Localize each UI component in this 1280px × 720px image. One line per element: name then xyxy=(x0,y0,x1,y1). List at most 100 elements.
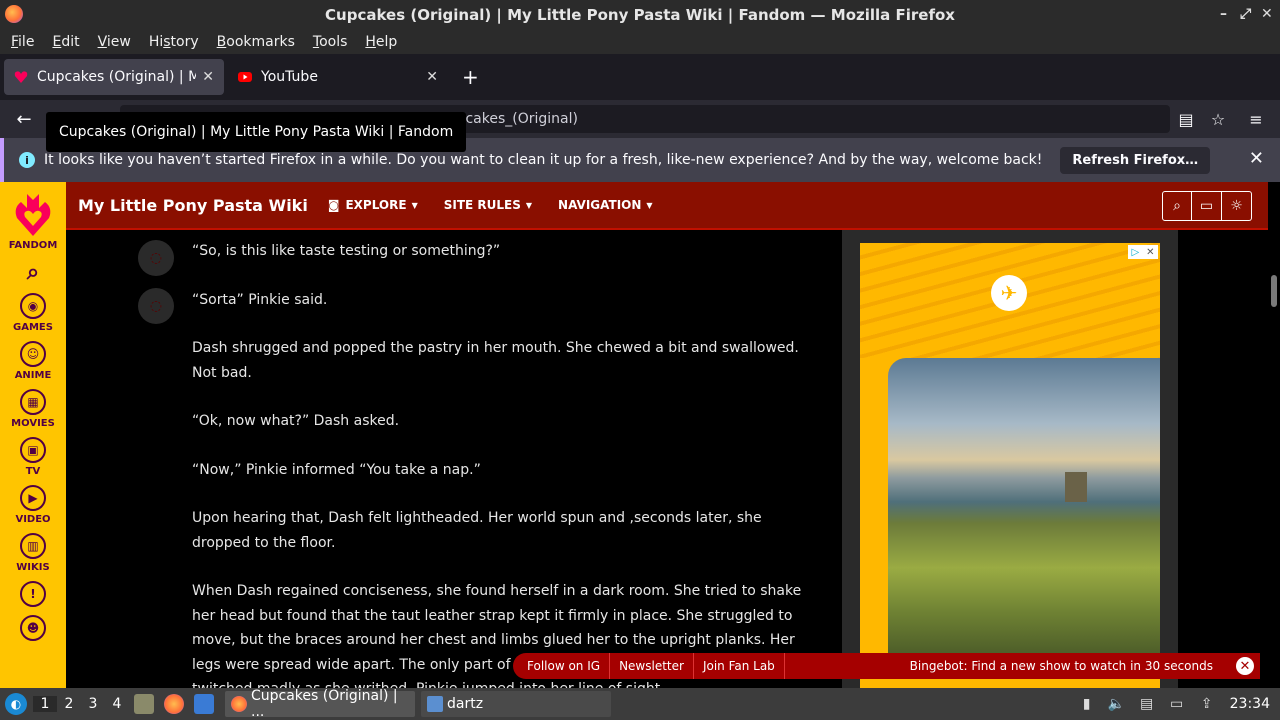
firefox-icon xyxy=(231,696,247,712)
wiki-header: My Little Pony Pasta Wiki ◙ EXPLORE ▼ SITE… xyxy=(66,182,1268,230)
notification-accent xyxy=(0,138,4,182)
info-icon: i xyxy=(19,152,35,168)
maximize-button[interactable]: ⤢ xyxy=(1240,6,1251,22)
start-menu-icon[interactable]: ◐ xyxy=(5,693,27,715)
search-icon: ⌕ xyxy=(26,259,40,285)
rail-item-games[interactable]: ◉ GAMES xyxy=(11,293,55,333)
tv-icon: ▣ xyxy=(20,437,46,463)
close-window-button[interactable]: ✕ xyxy=(1261,6,1273,22)
fandom-sticky-bar: Follow on IG Newsletter Join Fan Lab Bin… xyxy=(513,653,1260,679)
task-dartz[interactable]: dartz xyxy=(421,691,611,717)
tab-tooltip: Cupcakes (Original) | My Little Pony Pas… xyxy=(46,112,467,152)
bookmark-star-icon[interactable]: ☆ xyxy=(1202,110,1234,129)
discussions-icon[interactable]: ▭ xyxy=(1192,191,1222,221)
nav-label: SITE RULES xyxy=(443,198,521,212)
article-paragraph: “Ok, now what?” Dash asked. xyxy=(192,413,400,429)
nav-site-rules[interactable]: SITE RULES ▼ xyxy=(444,198,532,212)
update-icon[interactable]: ⇪ xyxy=(1198,695,1216,713)
tab-close-icon[interactable]: ✕ xyxy=(202,69,214,85)
menu-bar: File Edit View History Bookmarks Tools Help xyxy=(0,30,1280,54)
nav-navigation[interactable]: NAVIGATION ▼ xyxy=(558,198,653,212)
nav-label: EXPLORE xyxy=(345,198,407,212)
rail-label: MOVIES xyxy=(11,418,55,429)
nav-label: NAVIGATION xyxy=(558,198,642,212)
fan-lab-link[interactable]: Join Fan Lab xyxy=(694,653,785,679)
notification-close-icon[interactable]: ✕ xyxy=(1249,148,1264,169)
menu-help[interactable]: Help xyxy=(356,34,406,50)
article-paragraph: Dash shrugged and popped the pastry in h… xyxy=(192,340,799,381)
task-firefox[interactable]: Cupcakes (Original) | ... xyxy=(225,688,415,720)
adchoices-icon[interactable]: ▷ ✕ xyxy=(1128,245,1158,259)
rail-item-search[interactable]: ⌕ xyxy=(11,259,55,285)
notification-text: It looks like you haven’t started Firefo… xyxy=(44,152,1043,168)
workspace-1[interactable]: 1 xyxy=(33,696,57,712)
window-title: Cupcakes (Original) | My Little Pony Pas… xyxy=(325,6,955,24)
rail-label: TV xyxy=(25,466,41,477)
rail-item-video[interactable]: ▶ VIDEO xyxy=(11,485,55,525)
menu-edit[interactable]: Edit xyxy=(43,34,88,50)
firefox-logo-icon xyxy=(5,5,23,23)
volume-icon[interactable]: 🔈 xyxy=(1108,695,1126,713)
fandom-logo-icon[interactable] xyxy=(13,190,53,238)
battery-icon[interactable]: ▮ xyxy=(1078,695,1096,713)
tab-label: Cupcakes (Original) | My Little Pony Pas… xyxy=(37,69,197,85)
rail-item-wikis[interactable]: ▥ WIKIS xyxy=(11,533,55,573)
workspace-4[interactable]: 4 xyxy=(105,696,129,712)
bingebot-link[interactable]: Bingebot: Find a new show to watch in 30… xyxy=(910,659,1213,673)
taskbar: ◐ 1 2 3 4 Cupcakes (Original) | ... dart… xyxy=(0,688,1280,720)
file-manager-icon[interactable] xyxy=(134,694,154,714)
nav-explore[interactable]: ◙ EXPLORE ▼ xyxy=(328,198,418,212)
clipboard-icon[interactable]: ▤ xyxy=(1138,695,1156,713)
desktop-icon[interactable] xyxy=(194,694,214,714)
menu-history[interactable]: History xyxy=(140,34,208,50)
firefox-launcher-icon[interactable] xyxy=(164,694,184,714)
new-tab-button[interactable]: + xyxy=(462,65,479,89)
rail-label: WIKIS xyxy=(16,562,50,573)
rail-item-movies[interactable]: ▦ MOVIES xyxy=(11,389,55,429)
tab-youtube[interactable]: YouTube ✕ xyxy=(228,59,448,95)
rail-item-tv[interactable]: ▣ TV xyxy=(11,437,55,477)
rail-label: ANIME xyxy=(14,370,52,381)
hamburger-menu-icon[interactable]: ≡ xyxy=(1240,110,1272,129)
rail-item-alert[interactable]: ! xyxy=(11,581,55,607)
clapper-icon: ▦ xyxy=(20,389,46,415)
menu-file[interactable]: File xyxy=(2,34,43,50)
fandom-heart-icon xyxy=(14,71,28,83)
rail-item-anime[interactable]: ☺ ANIME xyxy=(11,341,55,381)
menu-view[interactable]: View xyxy=(89,34,140,50)
wiki-search-icon[interactable]: ⌕ xyxy=(1162,191,1192,221)
alert-icon: ! xyxy=(20,581,46,607)
reader-view-icon[interactable]: ▤ xyxy=(1170,110,1202,129)
rail-item-user[interactable]: ☻ xyxy=(11,615,55,641)
newsletter-link[interactable]: Newsletter xyxy=(610,653,694,679)
play-icon: ▶ xyxy=(20,485,46,511)
page-scrollbar[interactable] xyxy=(1271,275,1277,307)
theme-toggle-icon[interactable]: ☼ xyxy=(1222,191,1252,221)
folder-icon xyxy=(427,696,443,712)
article-paragraph: “Sorta” Pinkie said. xyxy=(192,292,328,308)
advertisement[interactable]: ✈ ▷ ✕ xyxy=(860,243,1160,688)
screen: Cupcakes (Original) | My Little Pony Pas… xyxy=(0,0,1280,720)
minimize-button[interactable]: – xyxy=(1220,6,1227,22)
anime-icon: ☺ xyxy=(20,341,46,367)
menu-tools[interactable]: Tools xyxy=(304,34,357,50)
workspace-3[interactable]: 3 xyxy=(81,696,105,712)
refresh-firefox-button[interactable]: Refresh Firefox… xyxy=(1060,146,1211,174)
book-icon: ▥ xyxy=(20,533,46,559)
explore-icon: ◙ xyxy=(327,198,340,212)
ad-photo xyxy=(888,358,1160,658)
fandom-rail: FANDOM ⌕ ◉ GAMES ☺ ANIME ▦ MOVIES ▣ TV ▶ VIDEO ▥ WIK… xyxy=(0,182,66,688)
wiki-name[interactable]: My Little Pony Pasta Wiki xyxy=(78,196,308,215)
tab-cupcakes[interactable]: Cupcakes (Original) | My Little Pony Pas… xyxy=(4,59,224,95)
workspace-2[interactable]: 2 xyxy=(57,696,81,712)
article-content: ◌ ◌ “So, is this like taste testing or s… xyxy=(66,230,842,688)
chevron-down-icon: ▼ xyxy=(646,200,653,210)
rail-label: VIDEO xyxy=(15,514,51,525)
tab-close-icon[interactable]: ✕ xyxy=(426,69,438,85)
back-button[interactable]: ← xyxy=(6,109,42,130)
display-icon[interactable]: ▭ xyxy=(1168,695,1186,713)
menu-bookmarks[interactable]: Bookmarks xyxy=(208,34,304,50)
follow-ig-link[interactable]: Follow on IG xyxy=(513,653,611,679)
task-label: dartz xyxy=(447,696,484,712)
sticky-close-icon[interactable]: ✕ xyxy=(1236,657,1254,675)
